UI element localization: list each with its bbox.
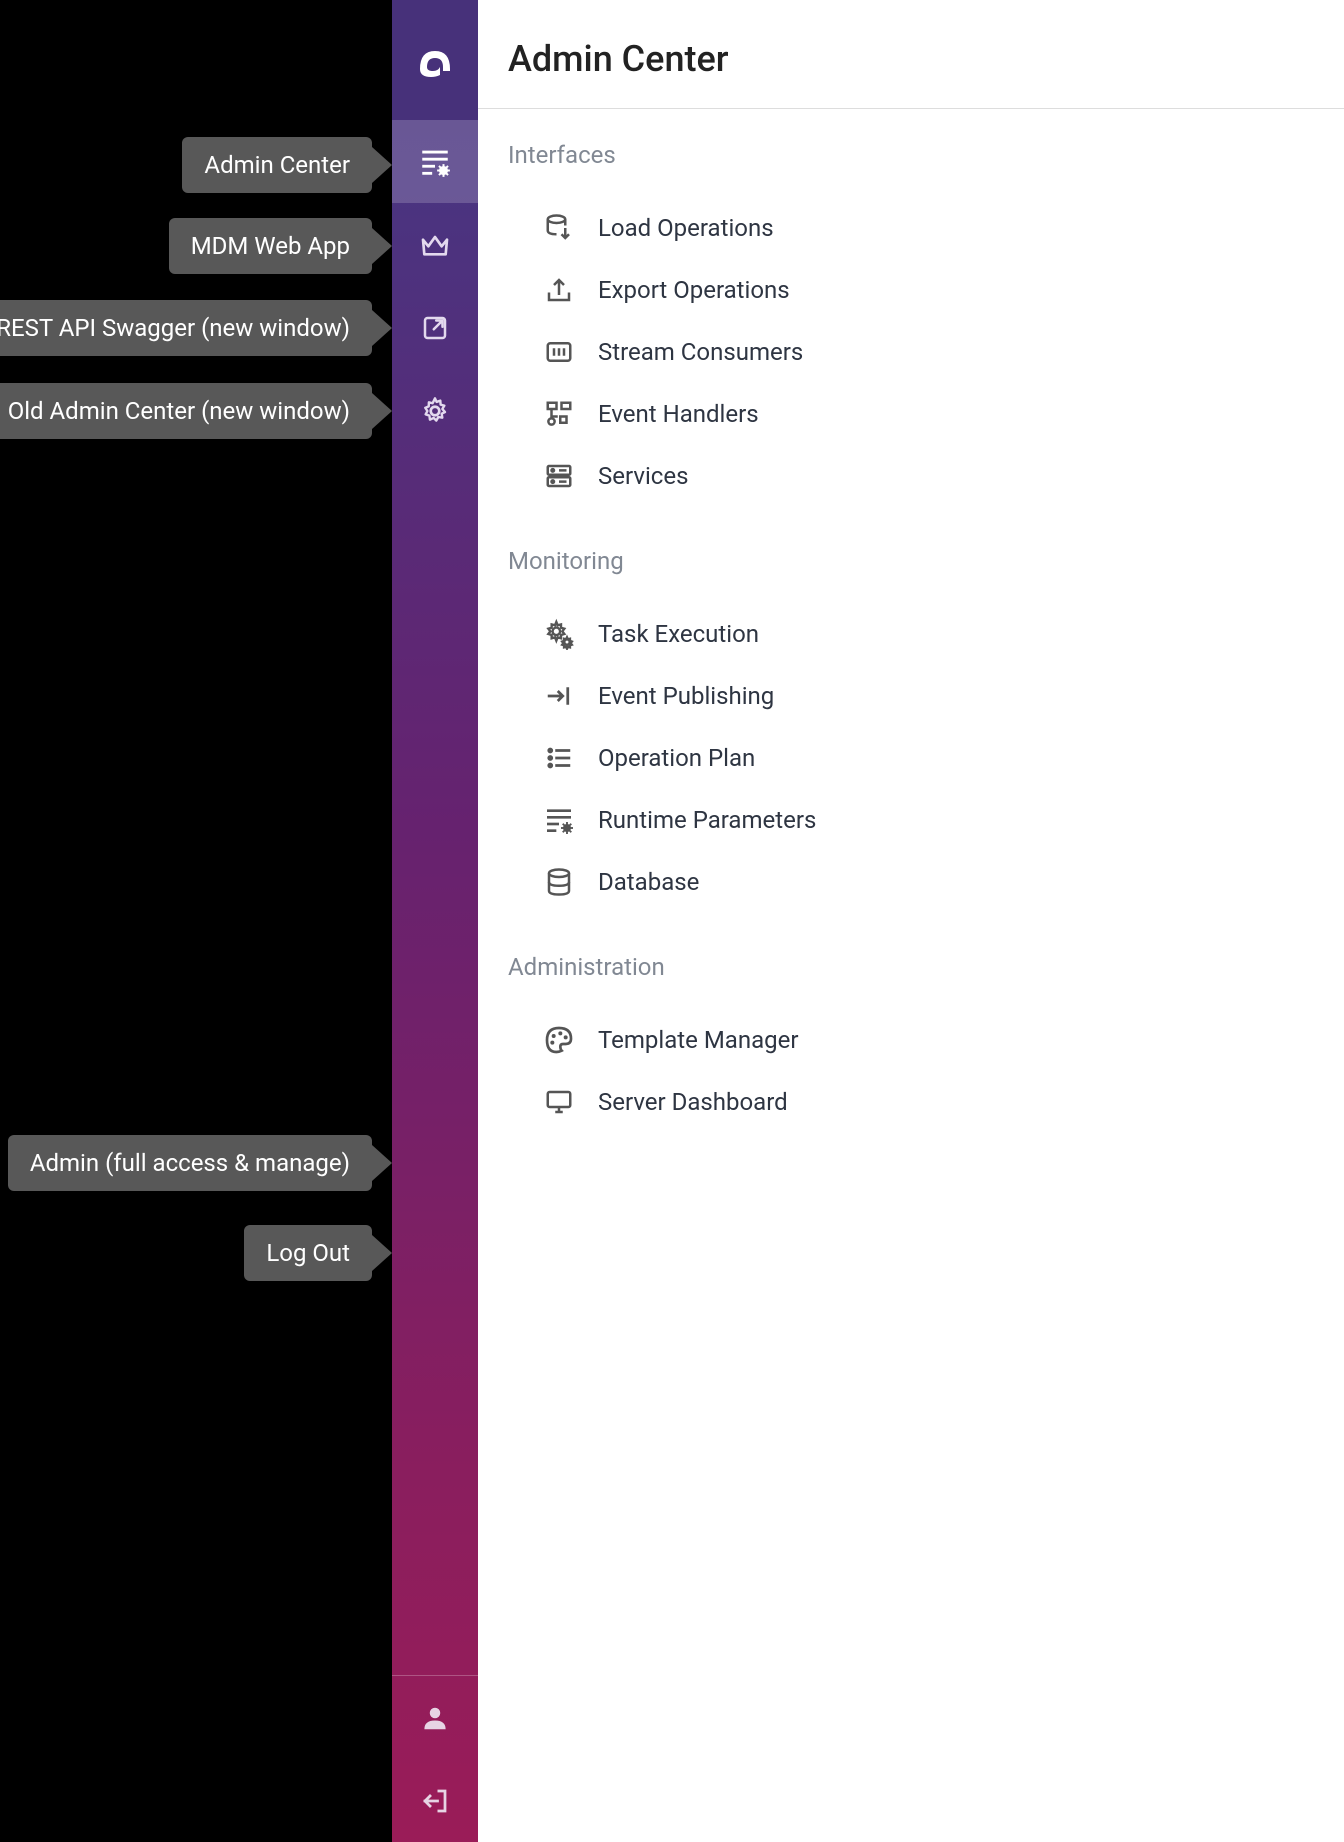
- tooltip-old-admin-center: Old Admin Center (new window): [0, 383, 372, 439]
- tooltip-arrow-icon: [372, 1235, 392, 1271]
- arrow-to-bar-icon: [542, 679, 576, 713]
- palette-icon: [542, 1023, 576, 1057]
- item-label: Event Handlers: [598, 400, 759, 428]
- tooltip-arrow-icon: [372, 228, 392, 264]
- server-icon: [542, 459, 576, 493]
- tooltip-rest-api-swagger: REST API Swagger (new window): [0, 300, 372, 356]
- list-icon: [542, 741, 576, 775]
- stream-icon: [542, 335, 576, 369]
- item-label: Export Operations: [598, 276, 790, 304]
- nav-admin-center[interactable]: [392, 120, 478, 203]
- monitor-icon: [542, 1085, 576, 1119]
- item-operation-plan[interactable]: Operation Plan: [508, 727, 1314, 789]
- tooltip-admin-center: Admin Center: [182, 137, 372, 193]
- item-stream-consumers[interactable]: Stream Consumers: [508, 321, 1314, 383]
- item-label: Database: [598, 868, 699, 896]
- main-content: Admin Center Interfaces Load Operations …: [478, 0, 1344, 1842]
- nav-mdm-web-app[interactable]: [392, 203, 478, 286]
- logout-icon: [420, 1786, 450, 1816]
- section-title-interfaces: Interfaces: [508, 141, 1314, 169]
- section-title-monitoring: Monitoring: [508, 547, 1314, 575]
- item-server-dashboard[interactable]: Server Dashboard: [508, 1071, 1314, 1133]
- tooltip-arrow-icon: [372, 393, 392, 429]
- item-export-operations[interactable]: Export Operations: [508, 259, 1314, 321]
- tooltip-arrow-icon: [372, 147, 392, 183]
- item-label: Services: [598, 462, 688, 490]
- external-link-icon: [420, 313, 450, 343]
- upload-icon: [542, 273, 576, 307]
- item-template-manager[interactable]: Template Manager: [508, 1009, 1314, 1071]
- item-label: Runtime Parameters: [598, 806, 816, 834]
- list-settings-icon: [542, 803, 576, 837]
- database-icon: [542, 865, 576, 899]
- section-monitoring: Monitoring Task Execution Event Publishi…: [478, 547, 1344, 953]
- list-settings-icon: [418, 145, 452, 179]
- user-icon: [420, 1703, 450, 1733]
- section-title-administration: Administration: [508, 953, 1314, 981]
- item-label: Load Operations: [598, 214, 774, 242]
- gears-icon: [542, 617, 576, 651]
- logo-icon: [416, 41, 454, 79]
- tooltip-arrow-icon: [372, 310, 392, 346]
- section-interfaces: Interfaces Load Operations Export Operat…: [478, 141, 1344, 547]
- tooltip-arrow-icon: [372, 1145, 392, 1181]
- tooltip-user: Admin (full access & manage): [8, 1135, 372, 1191]
- sidebar: [392, 0, 478, 1842]
- item-load-operations[interactable]: Load Operations: [508, 197, 1314, 259]
- app-logo[interactable]: [392, 0, 478, 120]
- item-runtime-parameters[interactable]: Runtime Parameters: [508, 789, 1314, 851]
- event-handlers-icon: [542, 397, 576, 431]
- tooltip-logout: Log Out: [244, 1225, 372, 1281]
- gear-icon: [419, 395, 451, 427]
- tooltip-mdm-web-app: MDM Web App: [169, 218, 372, 274]
- crown-icon: [419, 229, 451, 261]
- nav-logout[interactable]: [392, 1759, 478, 1842]
- item-label: Event Publishing: [598, 682, 774, 710]
- section-administration: Administration Template Manager Server D…: [478, 953, 1344, 1173]
- item-label: Stream Consumers: [598, 338, 803, 366]
- header-divider: [478, 108, 1344, 109]
- item-label: Task Execution: [598, 620, 759, 648]
- item-label: Template Manager: [598, 1026, 798, 1054]
- nav-user[interactable]: [392, 1676, 478, 1759]
- page-title: Admin Center: [508, 38, 1314, 80]
- tooltip-overlay: Admin Center MDM Web App REST API Swagge…: [0, 0, 392, 1842]
- nav-old-admin-center[interactable]: [392, 369, 478, 452]
- item-services[interactable]: Services: [508, 445, 1314, 507]
- item-label: Server Dashboard: [598, 1088, 788, 1116]
- item-task-execution[interactable]: Task Execution: [508, 603, 1314, 665]
- item-event-publishing[interactable]: Event Publishing: [508, 665, 1314, 727]
- item-database[interactable]: Database: [508, 851, 1314, 913]
- item-event-handlers[interactable]: Event Handlers: [508, 383, 1314, 445]
- nav-rest-api-swagger[interactable]: [392, 286, 478, 369]
- item-label: Operation Plan: [598, 744, 755, 772]
- database-download-icon: [542, 211, 576, 245]
